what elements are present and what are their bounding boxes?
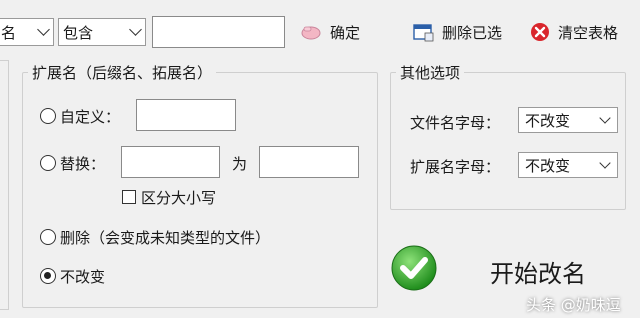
delete-selected-label: 删除已选 — [442, 23, 503, 42]
replace-label: 替换： — [60, 155, 106, 173]
chevron-down-icon — [129, 23, 142, 36]
delete-selected-button[interactable]: 删除已选 — [412, 18, 502, 46]
left-panel-edge — [0, 60, 9, 310]
window-delete-icon — [413, 24, 434, 42]
green-check-icon — [391, 245, 437, 291]
custom-radio[interactable] — [40, 108, 56, 124]
clear-x-icon — [531, 23, 549, 41]
match-combo-value: 包含 — [63, 23, 94, 42]
watermark-text: 头条 @奶味逗 — [526, 296, 621, 314]
chevron-down-icon — [37, 23, 50, 36]
extension-group-title: 扩展名（后缀名、拓展名） — [28, 62, 217, 83]
clear-table-button[interactable]: 清空表格 — [530, 18, 618, 46]
match-text-input[interactable] — [152, 16, 285, 48]
replace-to-label: 为 — [232, 155, 248, 173]
replace-from-input[interactable] — [121, 146, 220, 178]
match-combo[interactable]: 包含 — [58, 18, 146, 46]
chevron-down-icon — [599, 112, 611, 124]
other-options-group — [390, 72, 626, 210]
other-options-title: 其他选项 — [396, 62, 465, 83]
extension-case-label: 扩展名字母： — [410, 158, 501, 176]
confirm-label: 确定 — [330, 23, 361, 42]
unchanged-label: 不改变 — [60, 268, 106, 286]
case-sensitive-checkbox[interactable] — [122, 190, 136, 204]
clear-table-label: 清空表格 — [558, 23, 619, 42]
confirm-button[interactable]: 确定 — [300, 18, 360, 46]
unchanged-radio[interactable] — [40, 268, 56, 284]
delete-radio[interactable] — [40, 229, 56, 245]
replace-radio[interactable] — [40, 155, 56, 171]
delete-label: 删除（会变成未知类型的文件） — [60, 229, 271, 247]
start-rename-label: 开始改名 — [490, 260, 586, 288]
custom-input[interactable] — [136, 99, 236, 131]
field-combo-value: 名 — [1, 23, 17, 42]
chevron-down-icon — [599, 157, 611, 169]
case-sensitive-label: 区分大小写 — [141, 189, 217, 207]
extension-case-select[interactable]: 不改变 — [518, 152, 618, 178]
hand-pointer-icon — [301, 26, 321, 40]
field-combo[interactable]: 名 — [0, 18, 54, 46]
replace-to-input[interactable] — [259, 146, 359, 178]
filename-case-value: 不改变 — [525, 111, 571, 130]
custom-label: 自定义： — [60, 108, 121, 126]
filename-case-select[interactable]: 不改变 — [518, 107, 618, 133]
extension-case-value: 不改变 — [525, 156, 571, 175]
filename-case-label: 文件名字母： — [410, 114, 501, 132]
